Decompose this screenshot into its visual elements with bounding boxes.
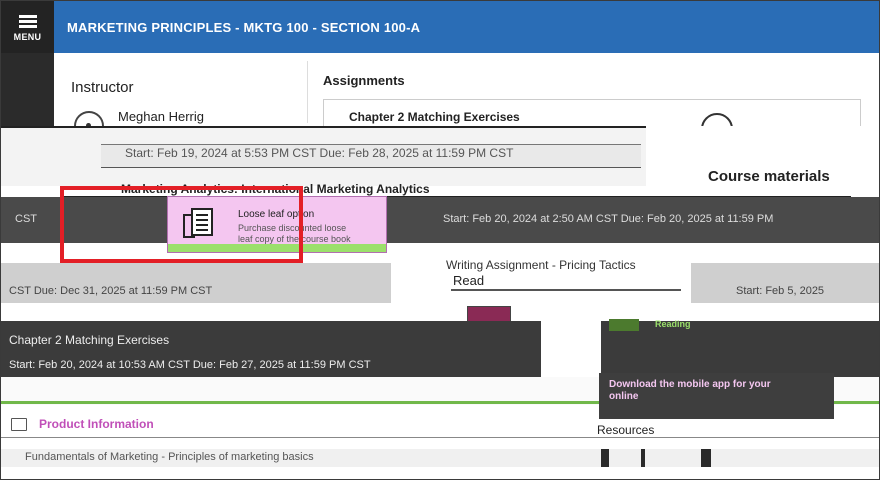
product-information-label: Product Information	[39, 417, 154, 431]
ebook-label[interactable]: Reading	[655, 319, 691, 329]
mobile-app-line-2: online	[609, 391, 639, 402]
folder-icon	[11, 417, 27, 431]
app-window: MENU MARKETING PRINCIPLES - MKTG 100 - S…	[0, 0, 880, 480]
assignment-band-4: Chapter 2 Matching Exercises Start: Feb …	[1, 321, 879, 377]
instructor-heading: Instructor	[71, 79, 134, 96]
course-title-bar: MARKETING PRINCIPLES - MKTG 100 - SECTIO…	[54, 1, 879, 53]
assignment-link-4[interactable]: Chapter 2 Matching Exercises	[9, 333, 169, 347]
menu-button[interactable]: MENU	[1, 1, 54, 53]
column-divider	[307, 61, 308, 123]
read-panel: Writing Assignment - Pricing Tactics Rea…	[391, 256, 691, 326]
assignment-dates-2: Start: Feb 20, 2024 at 2:50 AM CST Due: …	[443, 213, 774, 225]
glitch-block	[641, 449, 645, 467]
assignment-dates-3: CST Due: Dec 31, 2025 at 11:59 PM CST	[9, 285, 213, 297]
product-description: Fundamentals of Marketing - Principles o…	[25, 451, 314, 463]
menu-label: MENU	[13, 31, 42, 42]
assignment-dates-1: Start: Feb 19, 2024 at 5:53 PM CST Due: …	[125, 146, 514, 160]
glitch-block	[701, 449, 711, 467]
instructor-name[interactable]: Meghan Herrig	[118, 109, 204, 124]
read-label: Read	[453, 273, 485, 288]
course-materials-heading: Course materials	[708, 168, 830, 185]
assignments-heading: Assignments	[323, 73, 405, 88]
assignment-start-3: Start: Feb 5, 2025	[736, 285, 825, 297]
mobile-app-banner[interactable]: Download the mobile app for your online	[599, 373, 834, 419]
assignment-link-1[interactable]: Chapter 2 Matching Exercises	[349, 110, 520, 124]
mobile-app-text: Download the mobile app for your online	[609, 379, 771, 403]
hamburger-icon	[18, 13, 37, 30]
assignment-dates-fragment: CST	[15, 213, 37, 225]
ebook-thumbnail[interactable]	[609, 319, 639, 331]
glitch-block	[601, 449, 609, 467]
read-underline	[451, 289, 681, 291]
highlight-box	[60, 186, 303, 263]
mobile-app-line-1: Download the mobile app for your	[609, 379, 771, 390]
glitch-block-right	[691, 263, 879, 303]
assignment-dates-4: Start: Feb 20, 2024 at 10:53 AM CST Due:…	[9, 359, 371, 371]
glitch-block-left	[1, 263, 391, 303]
glitch-gap	[541, 321, 601, 377]
course-title: MARKETING PRINCIPLES - MKTG 100 - SECTIO…	[67, 19, 421, 35]
bottom-divider	[1, 437, 879, 438]
product-information-link[interactable]: Product Information	[11, 417, 154, 431]
ebook-cover-thumbnail[interactable]	[467, 306, 511, 322]
assignment-link-3[interactable]: Writing Assignment - Pricing Tactics	[446, 258, 636, 272]
assignment-dates-band-1: Start: Feb 19, 2024 at 5:53 PM CST Due: …	[1, 126, 646, 186]
resources-heading: Resources	[597, 423, 655, 437]
